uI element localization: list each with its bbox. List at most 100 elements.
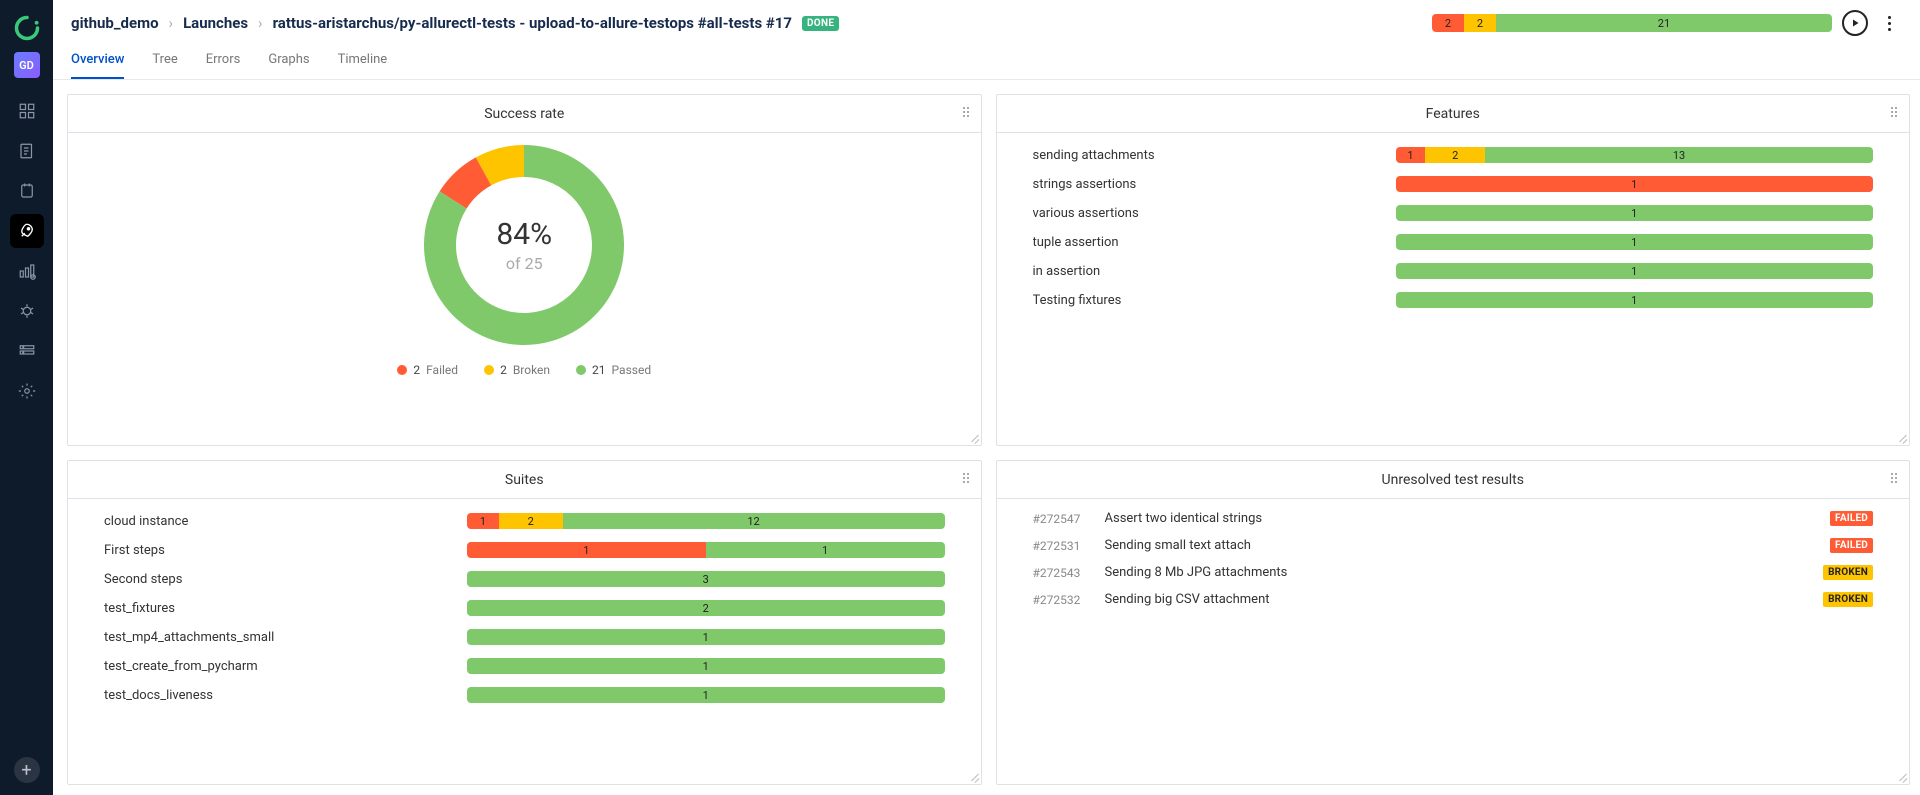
row-status-bar: 1: [1396, 234, 1874, 250]
row-status-bar: 1213: [1396, 147, 1874, 163]
tab-graphs[interactable]: Graphs: [268, 46, 309, 79]
legend-count: 21: [592, 363, 606, 377]
row-status-bar: 1: [467, 629, 945, 645]
avatar[interactable]: GD: [14, 52, 40, 78]
row-status-bar: 1: [1396, 292, 1874, 308]
tab-timeline[interactable]: Timeline: [338, 46, 388, 79]
status-segment-pass: 1: [1396, 263, 1874, 279]
status-badge: BROKEN: [1823, 565, 1873, 580]
resize-handle-icon[interactable]: [969, 772, 979, 782]
row-label: various assertions: [1033, 206, 1378, 221]
drag-handle-icon[interactable]: [963, 107, 973, 117]
legend-item: 2 Broken: [484, 363, 550, 377]
list-item[interactable]: test_fixtures2: [104, 600, 945, 616]
drag-handle-icon[interactable]: [1891, 107, 1901, 117]
list-item[interactable]: Second steps 3: [104, 571, 945, 587]
list-item[interactable]: test_docs_liveness1: [104, 687, 945, 703]
resize-handle-icon[interactable]: [1897, 772, 1907, 782]
nav-jobs-icon[interactable]: [10, 334, 44, 368]
row-label: Second steps: [104, 572, 449, 587]
status-segment-fail: 1: [467, 542, 706, 558]
list-item[interactable]: test_create_from_pycharm 1: [104, 658, 945, 674]
tab-errors[interactable]: Errors: [206, 46, 241, 79]
status-segment-pass: 1: [706, 542, 945, 558]
issue-name: Assert two identical strings: [1105, 511, 1819, 526]
breadcrumb-project[interactable]: github_demo: [71, 14, 159, 32]
status-segment-broken: 2: [1425, 147, 1485, 163]
legend: 2Failed2Broken21Passed: [397, 363, 651, 377]
row-status-bar: 3: [467, 571, 945, 587]
unresolved-item[interactable]: #272531Sending small text attachFAILED: [1033, 538, 1874, 553]
list-item[interactable]: in assertion1: [1033, 263, 1874, 279]
legend-count: 2: [500, 363, 507, 377]
nav-settings-icon[interactable]: [10, 374, 44, 408]
legend-item: 2Failed: [397, 363, 458, 377]
row-status-bar: 11: [467, 542, 945, 558]
list-item[interactable]: First steps 11: [104, 542, 945, 558]
main: github_demo › Launches › rattus-aristarc…: [53, 0, 1920, 795]
dashboard-grid: Success rate 84% of 25 2Failed2Broken21P…: [53, 80, 1920, 795]
drag-handle-icon[interactable]: [1891, 473, 1901, 483]
unresolved-item[interactable]: #272547Assert two identical stringsFAILE…: [1033, 511, 1874, 526]
status-segment-pass: 2: [467, 600, 945, 616]
legend-count: 2: [413, 363, 420, 377]
more-menu-button[interactable]: [1878, 10, 1900, 36]
card-features: Features sending attachments1213strings …: [996, 94, 1911, 446]
row-label: sending attachments: [1033, 148, 1378, 163]
card-success-rate: Success rate 84% of 25 2Failed2Broken21P…: [67, 94, 982, 446]
card-suites: Suites cloud instance1212First steps11Se…: [67, 460, 982, 785]
status-segment-pass: 1: [467, 658, 945, 674]
breadcrumb-section[interactable]: Launches: [183, 14, 248, 32]
legend-dot-icon: [397, 365, 407, 375]
list-item[interactable]: test_mp4_attachments_small1: [104, 629, 945, 645]
status-segment-pass: 1: [1396, 205, 1874, 221]
row-label: test_docs_liveness: [104, 688, 449, 703]
sidebar-add-button[interactable]: +: [14, 757, 40, 783]
chevron-right-icon: ›: [169, 14, 174, 32]
unresolved-item[interactable]: #272543Sending 8 Mb JPG attachmentsBROKE…: [1033, 565, 1874, 580]
sidebar: GD +: [0, 0, 53, 795]
status-segment-pass: 1: [1396, 234, 1874, 250]
status-segment-pass: 12: [563, 513, 945, 529]
row-status-bar: 1212: [467, 513, 945, 529]
nav-launches-icon[interactable]: [10, 214, 44, 248]
status-segment-pass: 3: [467, 571, 945, 587]
unresolved-item[interactable]: #272532Sending big CSV attachmentBROKEN: [1033, 592, 1874, 607]
row-status-bar: 1: [1396, 176, 1874, 192]
issue-name: Sending big CSV attachment: [1105, 592, 1812, 607]
status-segment-fail: 1: [1396, 147, 1426, 163]
list-item[interactable]: strings assertions1: [1033, 176, 1874, 192]
success-total: of 25: [506, 254, 543, 273]
success-percent: 84%: [496, 217, 552, 252]
row-label: cloud instance: [104, 514, 449, 529]
resize-handle-icon[interactable]: [1897, 433, 1907, 443]
row-status-bar: 1: [1396, 263, 1874, 279]
nav-testcases-icon[interactable]: [10, 134, 44, 168]
rerun-button[interactable]: [1842, 10, 1868, 36]
issue-id: #272547: [1033, 512, 1093, 526]
list-item[interactable]: various assertions 1: [1033, 205, 1874, 221]
row-label: First steps: [104, 543, 449, 558]
status-segment-fail: 1: [1396, 176, 1874, 192]
tab-tree[interactable]: Tree: [152, 46, 177, 79]
nav-analytics-icon[interactable]: [10, 254, 44, 288]
list-item[interactable]: Testing fixtures1: [1033, 292, 1874, 308]
nav-testplans-icon[interactable]: [10, 174, 44, 208]
row-label: tuple assertion: [1033, 235, 1378, 250]
tab-overview[interactable]: Overview: [71, 46, 124, 79]
status-badge: DONE: [802, 16, 839, 31]
list-item[interactable]: sending attachments 1213: [1033, 147, 1874, 163]
legend-label: Broken: [513, 363, 550, 377]
drag-handle-icon[interactable]: [963, 473, 973, 483]
status-segment-broken: 2: [1464, 14, 1496, 32]
issue-name: Sending small text attach: [1105, 538, 1819, 553]
nav-defects-icon[interactable]: [10, 294, 44, 328]
nav-dashboard-icon[interactable]: [10, 94, 44, 128]
status-segment-pass: 13: [1485, 147, 1873, 163]
list-item[interactable]: tuple assertion 1: [1033, 234, 1874, 250]
legend-dot-icon: [576, 365, 586, 375]
list-item[interactable]: cloud instance 1212: [104, 513, 945, 529]
row-label: test_create_from_pycharm: [104, 659, 449, 674]
resize-handle-icon[interactable]: [969, 433, 979, 443]
row-status-bar: 2: [467, 600, 945, 616]
